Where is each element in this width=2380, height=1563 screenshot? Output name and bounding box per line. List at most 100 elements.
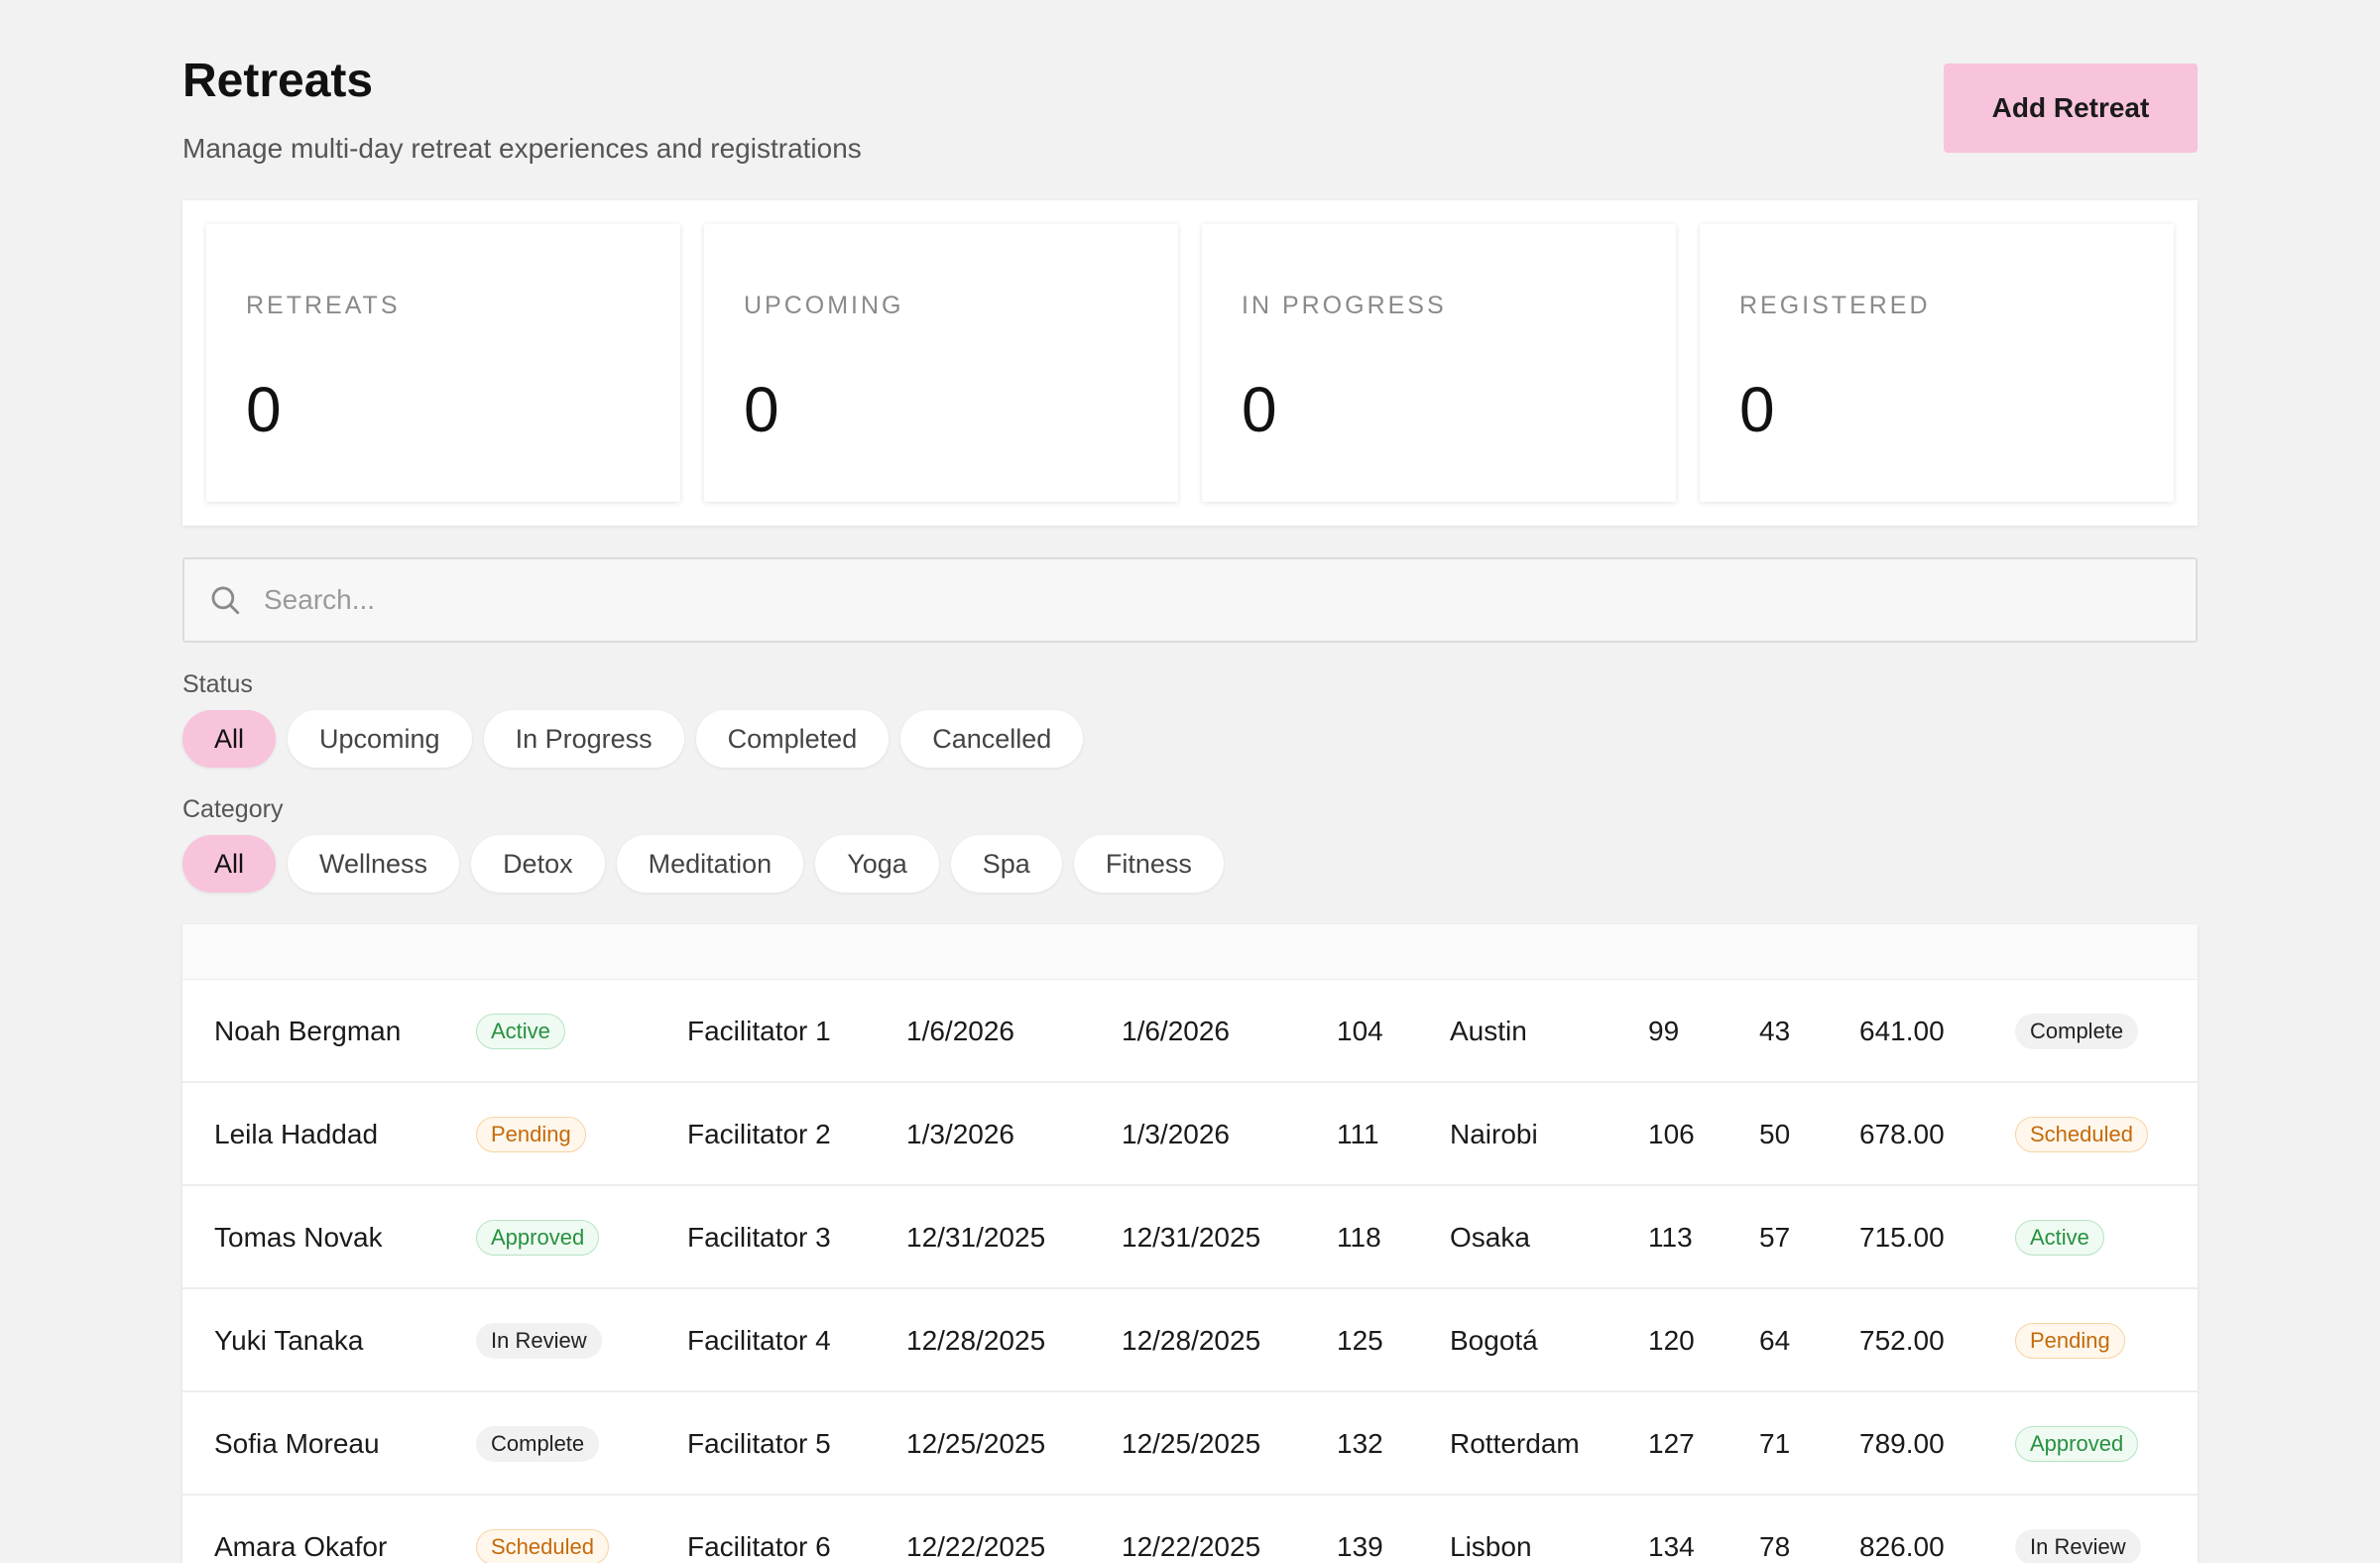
search-input[interactable]	[264, 570, 2196, 630]
table-header	[182, 924, 2198, 980]
cell-number: 78	[1759, 1531, 1791, 1562]
table-row[interactable]: Yuki Tanaka In Review Facilitator 4 12/2…	[182, 1289, 2198, 1392]
cell-number: 111	[1337, 1119, 1379, 1149]
cell-status: In Review	[476, 1289, 602, 1392]
table-row[interactable]: Amara Okafor Scheduled Facilitator 6 12/…	[182, 1496, 2198, 1563]
cell-facilitator: Facilitator 3	[687, 1222, 831, 1253]
retreats-table: Noah Bergman Active Facilitator 1 1/6/20…	[182, 924, 2198, 1563]
cell-state: Complete	[2015, 980, 2139, 1083]
stat-label: UPCOMING	[744, 292, 904, 319]
cell-state: Scheduled	[2015, 1083, 2148, 1186]
table-row[interactable]: Sofia Moreau Complete Facilitator 5 12/2…	[182, 1392, 2198, 1496]
cell-number: 113	[1648, 1222, 1693, 1253]
category-chip-meditation[interactable]: Meditation	[616, 835, 804, 893]
cell-end-date: 12/31/2025	[1122, 1222, 1261, 1253]
category-chip-yoga[interactable]: Yoga	[815, 835, 939, 893]
cell-number: 139	[1337, 1531, 1383, 1562]
cell-number: 71	[1759, 1428, 1791, 1459]
status-badge: Complete	[476, 1426, 600, 1462]
cell-end-date: 12/22/2025	[1122, 1531, 1261, 1562]
status-chip-all[interactable]: All	[182, 710, 277, 768]
cell-end-date: 12/28/2025	[1122, 1325, 1261, 1356]
cell-name: Yuki Tanaka	[214, 1325, 364, 1356]
cell-number: 120	[1648, 1325, 1695, 1356]
cell-start-date: 1/3/2026	[906, 1119, 1014, 1149]
cell-name: Amara Okafor	[214, 1531, 388, 1562]
cell-start-date: 12/31/2025	[906, 1222, 1046, 1253]
cell-facilitator: Facilitator 4	[687, 1325, 831, 1356]
table-row[interactable]: Leila Haddad Pending Facilitator 2 1/3/2…	[182, 1083, 2198, 1186]
cell-facilitator: Facilitator 1	[687, 1016, 831, 1046]
cell-facilitator: Facilitator 6	[687, 1531, 831, 1562]
table-row[interactable]: Tomas Novak Approved Facilitator 3 12/31…	[182, 1186, 2198, 1289]
cell-city: Nairobi	[1450, 1119, 1538, 1149]
cell-number: 106	[1648, 1119, 1695, 1149]
stat-value: 0	[246, 374, 282, 445]
page-header: Retreats Manage multi-day retreat experi…	[182, 0, 2198, 200]
cell-number: 104	[1337, 1016, 1383, 1046]
cell-state: Pending	[2015, 1289, 2125, 1392]
cell-amount: 715.00	[1859, 1222, 1945, 1253]
stat-label: IN PROGRESS	[1242, 292, 1447, 319]
cell-amount: 826.00	[1859, 1531, 1945, 1562]
cell-name: Tomas Novak	[214, 1222, 383, 1253]
cell-amount: 641.00	[1859, 1016, 1945, 1046]
cell-state: In Review	[2015, 1496, 2141, 1563]
cell-number: 132	[1337, 1428, 1383, 1459]
cell-end-date: 1/3/2026	[1122, 1119, 1230, 1149]
stat-label: RETREATS	[246, 292, 401, 319]
cell-amount: 752.00	[1859, 1325, 1945, 1356]
state-badge: Complete	[2015, 1014, 2139, 1049]
cell-status: Active	[476, 980, 565, 1083]
status-chip-upcoming[interactable]: Upcoming	[288, 710, 472, 768]
cell-end-date: 1/6/2026	[1122, 1016, 1230, 1046]
status-badge: Scheduled	[476, 1529, 609, 1563]
cell-number: 134	[1648, 1531, 1695, 1562]
category-chip-all[interactable]: All	[182, 835, 277, 893]
cell-name: Leila Haddad	[214, 1119, 379, 1149]
stat-label: REGISTERED	[1739, 292, 1931, 319]
cell-amount: 678.00	[1859, 1119, 1945, 1149]
category-chip-wellness[interactable]: Wellness	[288, 835, 460, 893]
category-filter-label: Category	[182, 795, 284, 823]
cell-facilitator: Facilitator 2	[687, 1119, 831, 1149]
search-icon	[211, 586, 240, 615]
state-badge: Approved	[2015, 1426, 2139, 1462]
category-chip-fitness[interactable]: Fitness	[1073, 835, 1224, 893]
status-chip-cancelled[interactable]: Cancelled	[900, 710, 1084, 768]
cell-number: 99	[1648, 1016, 1680, 1046]
cell-amount: 789.00	[1859, 1428, 1945, 1459]
status-chip-in-progress[interactable]: In Progress	[483, 710, 684, 768]
cell-status: Pending	[476, 1083, 586, 1186]
cell-city: Bogotá	[1450, 1325, 1538, 1356]
stats-panel: RETREATS 0 UPCOMING 0 IN PROGRESS 0 REGI…	[182, 200, 2198, 526]
status-chip-completed[interactable]: Completed	[695, 710, 890, 768]
state-badge: Active	[2015, 1220, 2104, 1256]
add-retreat-button[interactable]: Add Retreat	[1944, 63, 2198, 153]
status-badge: Pending	[476, 1117, 586, 1152]
cell-start-date: 12/22/2025	[906, 1531, 1046, 1562]
cell-city: Lisbon	[1450, 1531, 1532, 1562]
page-title: Retreats	[182, 55, 374, 107]
status-filter-chips: All Upcoming In Progress Completed Cance…	[182, 710, 1084, 768]
cell-state: Approved	[2015, 1392, 2139, 1496]
category-filter-chips: All Wellness Detox Meditation Yoga Spa F…	[182, 835, 1224, 893]
cell-number: 50	[1759, 1119, 1791, 1149]
cell-number: 125	[1337, 1325, 1383, 1356]
state-badge: Scheduled	[2015, 1117, 2148, 1152]
cell-status: Scheduled	[476, 1496, 609, 1563]
status-badge: Approved	[476, 1220, 600, 1256]
category-chip-spa[interactable]: Spa	[950, 835, 1062, 893]
search-bar	[182, 557, 2198, 643]
category-chip-detox[interactable]: Detox	[471, 835, 605, 893]
cell-city: Rotterdam	[1450, 1428, 1580, 1459]
cell-number: 118	[1337, 1222, 1381, 1253]
stat-value: 0	[1739, 374, 1775, 445]
cell-number: 57	[1759, 1222, 1791, 1253]
page-subtitle: Manage multi-day retreat experiences and…	[182, 133, 862, 164]
cell-number: 127	[1648, 1428, 1695, 1459]
cell-status: Complete	[476, 1392, 600, 1496]
table-row[interactable]: Noah Bergman Active Facilitator 1 1/6/20…	[182, 980, 2198, 1083]
status-badge: Active	[476, 1014, 565, 1049]
cell-name: Sofia Moreau	[214, 1428, 380, 1459]
